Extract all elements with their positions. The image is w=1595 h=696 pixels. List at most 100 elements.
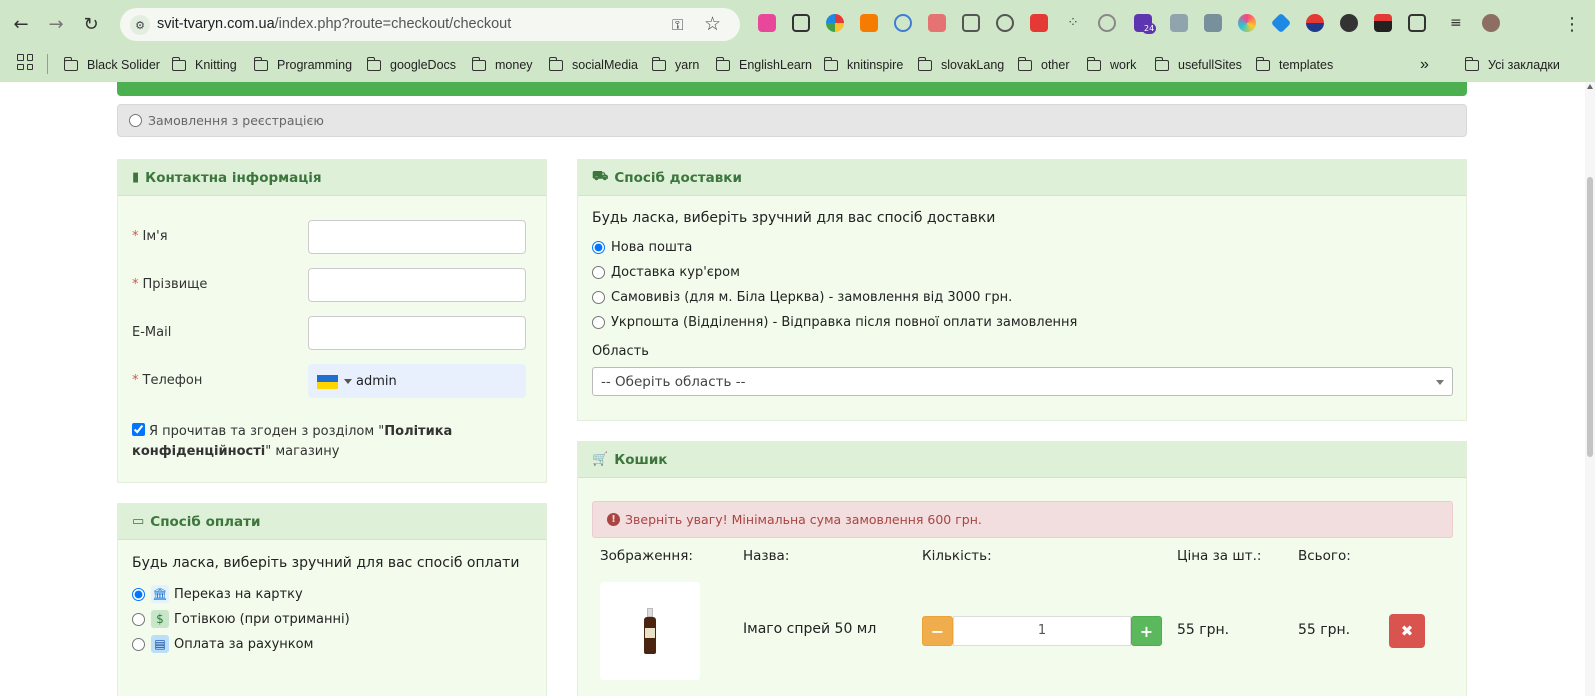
bookmark-folder[interactable]: Knitting: [171, 54, 237, 76]
phone-input[interactable]: admin: [308, 364, 526, 398]
bookmark-folder[interactable]: money: [471, 54, 533, 76]
more-bookmarks-icon[interactable]: »: [1420, 54, 1429, 76]
payment-panel: ▭ Спосіб оплати Будь ласка, виберіть зру…: [117, 503, 547, 696]
puzzle-icon[interactable]: [1408, 14, 1426, 32]
reload-icon[interactable]: ↻: [79, 12, 103, 36]
extension-icon[interactable]: [1270, 12, 1292, 34]
menu-icon[interactable]: ⋮: [1560, 12, 1584, 36]
extension-icon[interactable]: [1340, 14, 1358, 32]
email-input[interactable]: [308, 316, 526, 350]
url-text[interactable]: svit-tvaryn.com.ua/index.php?route=check…: [157, 16, 511, 32]
checkout-page: Замовлення з реєстрацією ▮ Контактна інф…: [0, 82, 1595, 696]
extension-icon[interactable]: [1306, 14, 1324, 32]
first-name-input[interactable]: [308, 220, 526, 254]
ukraine-flag-icon[interactable]: [317, 375, 338, 389]
product-name[interactable]: Імаго спрей 50 мл: [743, 621, 876, 637]
payment-radio[interactable]: [132, 637, 145, 651]
delivery-option-ukrposhta[interactable]: Укрпошта (Відділення) - Відправка після …: [592, 315, 1077, 330]
bookmark-folder[interactable]: yarn: [651, 54, 699, 76]
extension-icon[interactable]: [860, 14, 878, 32]
extension-icon[interactable]: [758, 14, 776, 32]
folder-icon: [715, 56, 730, 71]
bookmark-label: EnglishLearn: [739, 58, 812, 72]
register-checkout-option[interactable]: Замовлення з реєстрацією: [117, 104, 1467, 137]
extension-icon[interactable]: [1030, 14, 1048, 32]
camera-icon[interactable]: [962, 14, 980, 32]
all-bookmarks-folder[interactable]: Усі закладки: [1464, 54, 1560, 76]
guest-checkout-option[interactable]: [117, 82, 1467, 96]
folder-icon: [253, 56, 268, 71]
decrease-quantity-button[interactable]: −: [922, 616, 953, 646]
check-icon[interactable]: [996, 14, 1014, 32]
delivery-radio[interactable]: [592, 241, 605, 254]
bookmark-folder[interactable]: googleDocs: [366, 54, 456, 76]
unit-price: 55 грн.: [1177, 622, 1230, 638]
bookmark-folder[interactable]: Black Solider: [63, 54, 160, 76]
country-dropdown-caret-icon[interactable]: [344, 379, 352, 384]
bookmark-folder[interactable]: usefullSites: [1154, 54, 1242, 76]
delivery-radio[interactable]: [592, 266, 605, 279]
folder-icon: [1464, 56, 1479, 71]
extension-icon[interactable]: 24: [1134, 14, 1157, 34]
bookmark-folder[interactable]: Programming: [253, 54, 352, 76]
folder-icon: [548, 56, 563, 71]
delivery-radio[interactable]: [592, 291, 605, 304]
code-extension-icon[interactable]: [1204, 14, 1222, 32]
site-info-icon[interactable]: ⚙: [130, 15, 150, 35]
last-name-input[interactable]: [308, 268, 526, 302]
extension-icon[interactable]: [1238, 14, 1256, 32]
bookmark-label: money: [495, 58, 533, 72]
remove-item-button[interactable]: ✖: [1389, 614, 1425, 648]
privacy-checkbox[interactable]: [132, 423, 145, 436]
bookmark-folder[interactable]: other: [1017, 54, 1070, 76]
delivery-option-nova-poshta[interactable]: Нова пошта: [592, 240, 692, 255]
forward-icon[interactable]: →: [44, 12, 68, 36]
payment-radio[interactable]: [132, 587, 145, 601]
color-extension-icon[interactable]: [826, 14, 844, 32]
scrollbar-thumb[interactable]: [1587, 177, 1593, 457]
bookmark-folder[interactable]: slovakLang: [917, 54, 1004, 76]
product-image[interactable]: [600, 582, 700, 680]
column-header-name: Назва:: [743, 548, 790, 564]
back-icon[interactable]: ←: [9, 12, 33, 36]
quantity-input[interactable]: 1: [953, 616, 1131, 646]
delivery-option-label: Самовивіз (для м. Біла Церква) - замовле…: [611, 290, 1013, 305]
bookmark-label: Black Solider: [87, 58, 160, 72]
extension-icon[interactable]: [928, 14, 946, 32]
increase-quantity-button[interactable]: +: [1131, 616, 1162, 646]
register-radio[interactable]: [129, 114, 142, 127]
delivery-option-courier[interactable]: Доставка кур'єром: [592, 265, 740, 280]
bookmark-star-icon[interactable]: ☆: [704, 13, 721, 35]
media-icon[interactable]: ≡: [1450, 14, 1468, 32]
bookmark-folder[interactable]: knitinspire: [823, 54, 903, 76]
password-key-icon[interactable]: ⚿: [672, 16, 683, 34]
bookmark-folder[interactable]: work: [1086, 54, 1136, 76]
first-name-label-text: Ім'я: [142, 229, 168, 244]
spray-bottle-icon: [644, 608, 656, 654]
avatar[interactable]: [1482, 14, 1500, 32]
bookmark-folder[interactable]: EnglishLearn: [715, 54, 812, 76]
delivery-option-pickup[interactable]: Самовивіз (для м. Біла Церква) - замовле…: [592, 290, 1012, 305]
column-header-total: Всього:: [1298, 548, 1351, 564]
compass-icon[interactable]: [1098, 14, 1116, 32]
cash-icon: $: [151, 610, 169, 628]
payment-intro: Будь ласка, виберіть зручний для вас спо…: [132, 555, 520, 571]
register-option-label[interactable]: Замовлення з реєстрацією: [129, 113, 324, 128]
screenshot-extension-icon[interactable]: [792, 14, 810, 32]
extension-icon[interactable]: [1374, 14, 1392, 32]
scroll-up-icon[interactable]: [1587, 84, 1593, 89]
extension-icon[interactable]: [1170, 14, 1188, 32]
bookmark-folder[interactable]: socialMedia: [548, 54, 638, 76]
delivery-radio[interactable]: [592, 316, 605, 329]
page-scrollbar[interactable]: [1585, 82, 1595, 696]
region-select[interactable]: -- Оберіть область --: [592, 367, 1453, 396]
payment-option-invoice[interactable]: ▤ Оплата за рахунком: [132, 635, 313, 653]
payment-option-card[interactable]: 🏛 Переказ на картку: [132, 585, 303, 603]
dots-extension-icon[interactable]: ⁘: [1064, 14, 1082, 32]
payment-option-cash[interactable]: $ Готівкою (при отриманні): [132, 610, 350, 628]
payment-radio[interactable]: [132, 612, 145, 626]
address-bar[interactable]: ⚙ svit-tvaryn.com.ua/index.php?route=che…: [120, 8, 740, 41]
react-devtools-icon[interactable]: [894, 14, 912, 32]
bookmark-folder[interactable]: templates: [1255, 54, 1333, 76]
cart-title: Кошик: [614, 451, 668, 468]
